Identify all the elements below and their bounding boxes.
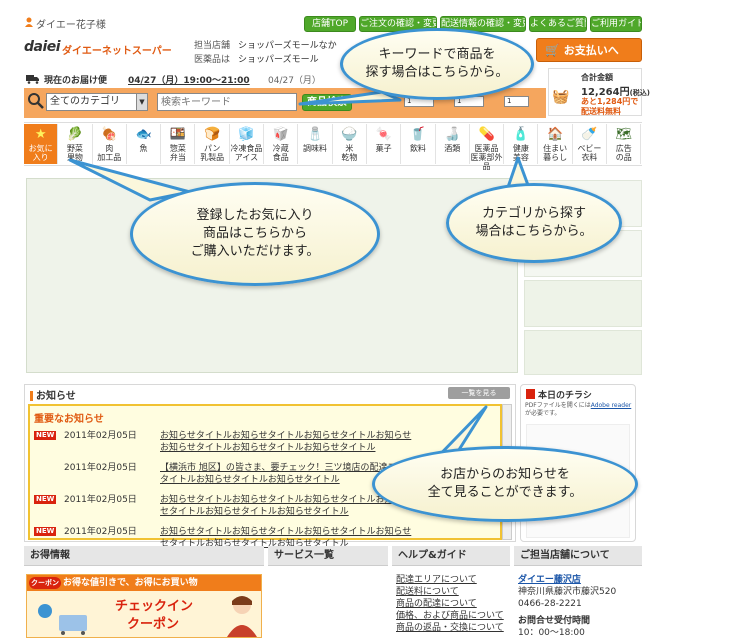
- callout-notices: お店からのお知らせを 全て見ることができます。: [372, 446, 638, 522]
- callout-keyword: キーワードで商品を 探す場合はこちらから。: [340, 28, 534, 100]
- callout-tails: [68, 90, 534, 472]
- callout-favorites: 登録したお気に入り 商品はこちらから ご購入いただけます。: [130, 182, 380, 286]
- callout-category: カテゴリから探す 場合はこちらから。: [446, 183, 622, 263]
